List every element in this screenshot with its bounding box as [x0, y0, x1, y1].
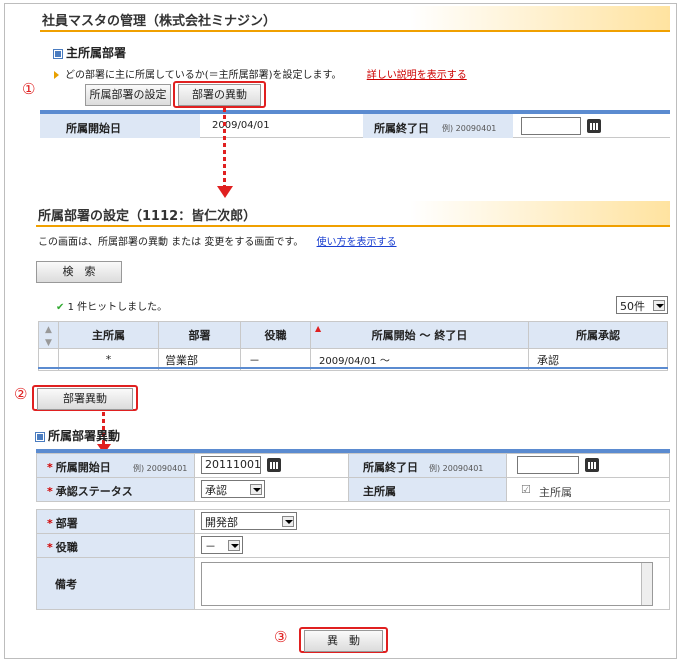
approval-value: 承認	[205, 484, 227, 497]
start-date-label-cell: * 所属開始日 例) 20090401	[36, 453, 195, 478]
page-size-select[interactable]: 50件	[616, 296, 668, 314]
col-header: 所属承認	[528, 321, 668, 349]
transfer-dept-button[interactable]: 部署異動	[37, 388, 133, 410]
page-title: 社員マスタの管理（株式会社ミナジン）	[42, 14, 277, 29]
calendar-icon[interactable]	[267, 458, 281, 472]
submit-transfer-button[interactable]: 異 動	[304, 630, 383, 652]
start-example: 例) 20090401	[133, 464, 188, 473]
step2-marker: ②	[14, 385, 28, 403]
transfer-form-heading-text: 所属部署異動	[48, 429, 121, 443]
dept-label: 部署	[55, 517, 78, 530]
end-example: 例) 20090401	[442, 124, 497, 133]
section2-title: 所属部署の設定（1112：皆仁次郎）	[38, 209, 257, 224]
main-dept-heading-text: 主所属部署	[66, 46, 127, 60]
end-example: 例) 20090401	[429, 464, 484, 473]
period-row: 所属開始日 2009/04/01 所属終了日 例) 20090401	[40, 114, 670, 138]
dept-setting-button[interactable]: 所属部署の設定	[85, 84, 171, 106]
hit-count: ✔ 1 件ヒットしました。	[56, 298, 167, 313]
dept-select[interactable]: 開発部	[201, 512, 297, 530]
col-header: 所属開始 ～ 終了日	[371, 329, 468, 342]
calendar-icon[interactable]	[585, 458, 599, 472]
chevron-down-icon	[250, 484, 262, 495]
col-header-period[interactable]: ▲ 所属開始 ～ 終了日	[310, 321, 529, 349]
arrow-head-1	[217, 186, 233, 198]
note-label: 備考	[55, 578, 77, 591]
square-bullet-icon	[35, 431, 45, 442]
end-date-input[interactable]	[521, 117, 581, 135]
transfer-form-heading: 所属部署異動	[35, 427, 121, 444]
check-icon: ✔	[56, 302, 65, 313]
section2-title-bar: 所属部署の設定（1112：皆仁次郎）	[36, 201, 670, 227]
end-date-input[interactable]	[517, 456, 579, 474]
start-date-input[interactable]: 20111001	[201, 456, 261, 474]
main-checkbox-label: 主所属	[539, 486, 572, 499]
note-textarea[interactable]	[201, 562, 653, 606]
role-select[interactable]: －	[201, 536, 243, 554]
section2-description: この画面は、所属部署の異動 または 変更をする画面です。 使い方を表示する	[38, 233, 397, 248]
main-label: 主所属	[363, 485, 396, 498]
approval-select[interactable]: 承認	[201, 480, 265, 498]
triangle-bullet-icon	[54, 71, 59, 79]
hit-count-text: 1 件ヒットしました。	[67, 302, 168, 313]
step3-marker: ③	[274, 628, 288, 646]
start-label: 所属開始日	[66, 122, 121, 135]
section2-description-text: この画面は、所属部署の異動 または 変更をする画面です。	[38, 237, 304, 248]
usage-link[interactable]: 使い方を表示する	[317, 237, 397, 248]
detail-link[interactable]: 詳しい説明を表示する	[367, 70, 467, 81]
transfer-form-table: * 所属開始日 例) 20090401 20111001 所属終了日 例) 20090…	[36, 453, 670, 502]
flow-arrow-1	[223, 108, 226, 188]
results-table: ▲ ▼ 主所属 部署 役職 ▲ 所属開始 ～ 終了日 所属承認 * 営業部 － 20…	[38, 321, 668, 371]
dept-value: 開発部	[205, 516, 238, 529]
role-value: －	[205, 540, 216, 553]
chevron-down-icon	[228, 540, 240, 551]
end-label: 所属終了日	[374, 122, 429, 135]
page-size-value: 50件	[620, 300, 645, 313]
start-value: 2009/04/01	[212, 120, 270, 131]
dept-transfer-button[interactable]: 部署の異動	[178, 84, 261, 106]
end-date-label: 所属終了日	[363, 461, 418, 474]
section1-title-bar: 社員マスタの管理（株式会社ミナジン）	[40, 6, 670, 32]
main-dept-heading: 主所属部署	[53, 44, 127, 61]
main-dept-description: どの部署に主に所属しているか(＝主所属部署)を設定します。 詳しい説明を表示する	[54, 66, 467, 81]
square-bullet-icon	[53, 48, 63, 59]
end-date-label-cell: 所属終了日 例) 20090401	[348, 453, 507, 478]
main-checkbox[interactable]: ☑	[521, 483, 531, 496]
note-scrollbar[interactable]	[641, 563, 652, 605]
col-header: 部署	[158, 321, 241, 349]
start-date-label: 所属開始日	[55, 461, 111, 474]
chevron-down-icon	[282, 516, 294, 527]
sort-icon-cell[interactable]: ▲ ▼	[38, 321, 59, 349]
search-button[interactable]: 検 索	[36, 261, 122, 283]
table-bottom-band	[38, 367, 668, 369]
role-label: 役職	[55, 541, 78, 554]
col-header: 主所属	[58, 321, 159, 349]
chevron-down-icon	[653, 300, 665, 311]
calendar-icon[interactable]	[587, 119, 601, 133]
description-text: どの部署に主に所属しているか(＝主所属部署)を設定します。	[65, 70, 342, 81]
col-header: 役職	[240, 321, 311, 349]
dept-form-table: * 部署 開発部 * 役職 － 備考	[36, 509, 670, 610]
sort-active-icon: ▲	[315, 324, 322, 333]
approval-label: 承認ステータス	[55, 485, 133, 498]
step1-marker: ①	[22, 80, 36, 98]
